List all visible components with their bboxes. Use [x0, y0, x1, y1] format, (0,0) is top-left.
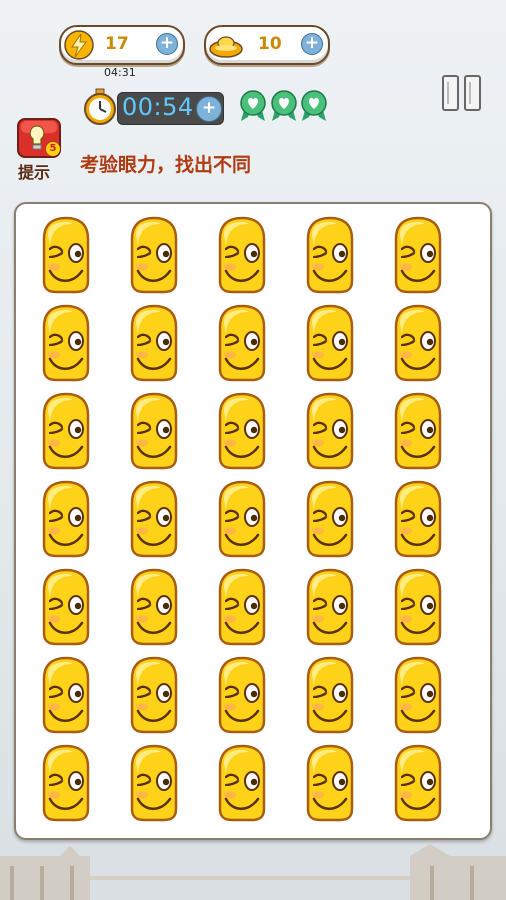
gold-counter: 10 + [204, 25, 330, 65]
heart-badge-icon [271, 90, 297, 121]
winking-face-icon [394, 656, 442, 734]
winking-face-icon [218, 656, 266, 734]
emoji-tile[interactable] [212, 655, 272, 735]
winking-face-icon [42, 568, 90, 646]
add-time-button[interactable]: + [196, 96, 222, 122]
pavilion-decoration [0, 844, 506, 900]
stopwatch-icon [80, 87, 120, 131]
winking-face-icon [218, 304, 266, 382]
winking-face-icon [218, 392, 266, 470]
emoji-tile[interactable] [124, 303, 184, 383]
energy-value: 17 [105, 34, 129, 54]
winking-face-icon [42, 304, 90, 382]
gold-value: 10 [258, 34, 282, 54]
hint-count-badge: 5 [46, 142, 60, 156]
emoji-tile[interactable] [124, 567, 184, 647]
lives [238, 90, 330, 122]
winking-face-icon [218, 480, 266, 558]
emoji-tile[interactable] [212, 215, 272, 295]
emoji-tile[interactable] [388, 303, 448, 383]
hint-button[interactable]: 5 提示 [16, 118, 64, 182]
emoji-tile[interactable] [212, 567, 272, 647]
winking-face-icon [130, 656, 178, 734]
emoji-tile[interactable] [36, 215, 96, 295]
hint-label: 提示 [18, 163, 51, 182]
emoji-tile[interactable] [124, 743, 184, 823]
winking-face-icon [306, 568, 354, 646]
emoji-tile[interactable] [300, 655, 360, 735]
emoji-tile[interactable] [212, 743, 272, 823]
emoji-tile[interactable] [300, 391, 360, 471]
winking-face-icon [130, 744, 178, 822]
emoji-tile[interactable] [124, 391, 184, 471]
emoji-tile[interactable] [388, 743, 448, 823]
winking-face-icon [394, 216, 442, 294]
heart-badge-icon [240, 90, 266, 121]
emoji-tile[interactable] [300, 743, 360, 823]
pause-button[interactable] [440, 74, 484, 112]
emoji-tile[interactable] [212, 479, 272, 559]
winking-face-icon [218, 568, 266, 646]
winking-face-icon [42, 216, 90, 294]
winking-face-icon [394, 744, 442, 822]
timer-value: 00:54 [122, 93, 194, 121]
emoji-tile[interactable] [388, 655, 448, 735]
pause-icon [442, 75, 481, 111]
winking-face-icon [306, 744, 354, 822]
emoji-tile[interactable] [36, 567, 96, 647]
winking-face-icon [130, 392, 178, 470]
emoji-tile[interactable] [36, 391, 96, 471]
emoji-tile[interactable] [300, 303, 360, 383]
add-gold-button[interactable]: + [301, 33, 323, 55]
emoji-tile[interactable] [36, 743, 96, 823]
emoji-tile[interactable] [212, 303, 272, 383]
winking-face-icon [130, 480, 178, 558]
winking-face-icon [394, 392, 442, 470]
emoji-tile[interactable] [36, 303, 96, 383]
energy-counter: 17 + [59, 25, 185, 65]
emoji-tile[interactable] [124, 655, 184, 735]
winking-face-icon [306, 480, 354, 558]
winking-face-icon [306, 656, 354, 734]
emoji-tile[interactable] [388, 215, 448, 295]
winking-face-icon [306, 392, 354, 470]
winking-face-icon [130, 568, 178, 646]
winking-face-icon [306, 216, 354, 294]
heart-badge-icon [301, 90, 327, 121]
lightning-icon [64, 30, 94, 64]
winking-face-icon [306, 304, 354, 382]
winking-face-icon [130, 304, 178, 382]
winking-face-icon [42, 392, 90, 470]
emoji-tile[interactable] [388, 479, 448, 559]
emoji-tile[interactable] [388, 567, 448, 647]
winking-face-icon [394, 568, 442, 646]
instruction-text: 考验眼力，找出不同 [80, 154, 252, 176]
winking-face-icon [130, 216, 178, 294]
emoji-tile[interactable] [300, 215, 360, 295]
winking-face-icon [394, 304, 442, 382]
winking-face-icon [218, 216, 266, 294]
clock-time: 04:31 [104, 66, 136, 79]
emoji-tile[interactable] [36, 655, 96, 735]
winking-face-icon [42, 480, 90, 558]
gold-ingot-icon [208, 30, 244, 64]
emoji-tile[interactable] [124, 215, 184, 295]
emoji-tile[interactable] [124, 479, 184, 559]
winking-face-icon [394, 480, 442, 558]
winking-face-icon [42, 656, 90, 734]
emoji-tile[interactable] [300, 479, 360, 559]
winking-face-icon [218, 744, 266, 822]
winking-face-icon [42, 744, 90, 822]
emoji-tile[interactable] [212, 391, 272, 471]
emoji-tile[interactable] [36, 479, 96, 559]
emoji-tile[interactable] [300, 567, 360, 647]
add-energy-button[interactable]: + [156, 33, 178, 55]
emoji-tile[interactable] [388, 391, 448, 471]
